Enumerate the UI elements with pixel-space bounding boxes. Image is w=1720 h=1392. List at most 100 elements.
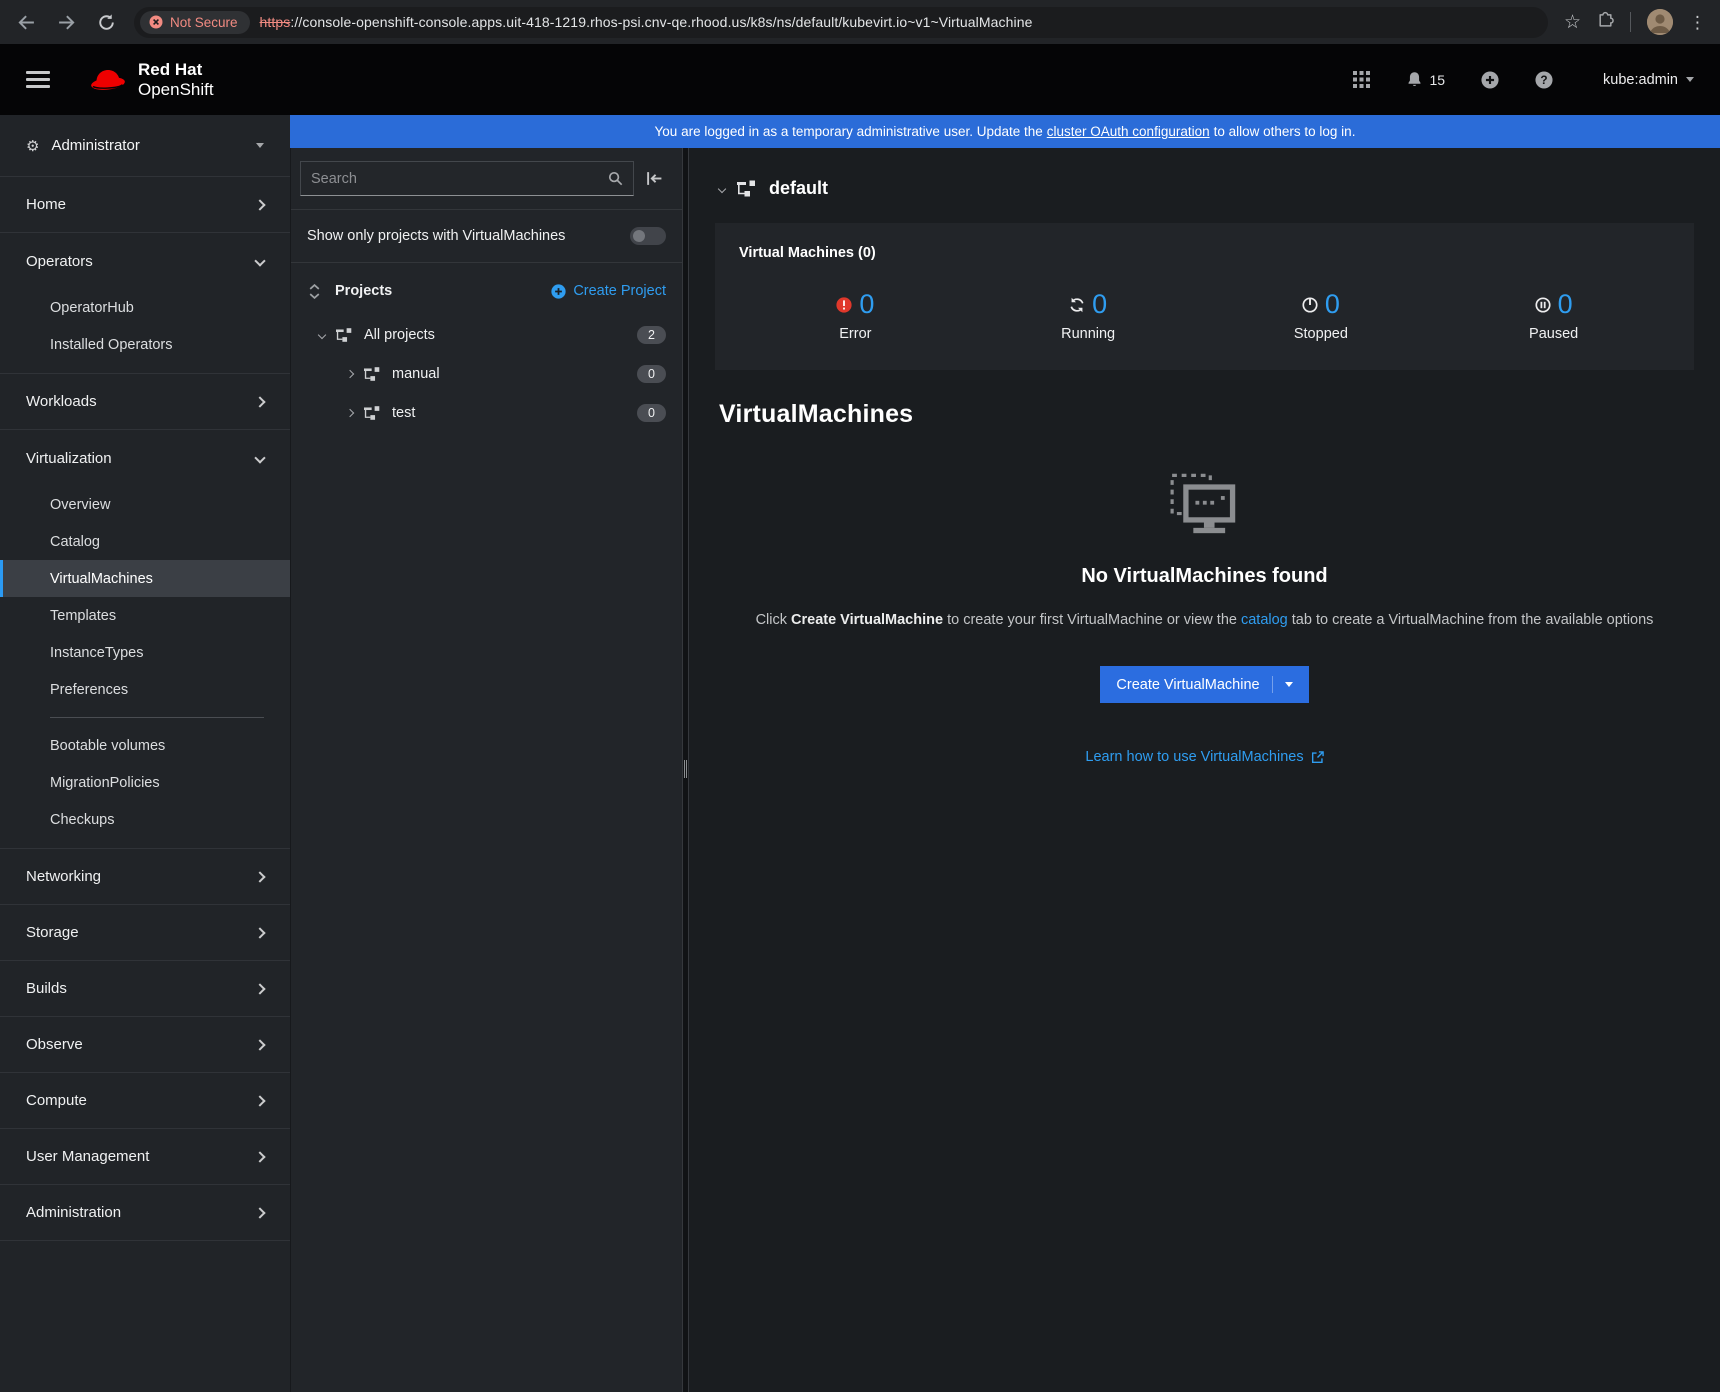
learn-virtualmachines-link[interactable]: Learn how to use VirtualMachines — [1085, 749, 1303, 765]
brand-name-top: Red Hat — [138, 60, 214, 79]
sidebar-item-virtualmachines[interactable]: VirtualMachines — [0, 560, 290, 597]
paused-count[interactable]: 0 — [1558, 291, 1573, 318]
vm-status-card: Virtual Machines (0) 0 Error — [715, 223, 1694, 370]
sidebar-item-workloads[interactable]: Workloads — [0, 374, 290, 430]
browser-forward-button[interactable] — [54, 10, 78, 34]
bell-icon — [1406, 71, 1423, 88]
address-bar[interactable]: Not Secure https://console-openshift-con… — [134, 7, 1548, 38]
chevron-right-icon — [254, 871, 265, 882]
error-count[interactable]: 0 — [859, 291, 874, 318]
sidebar-item-instancetypes[interactable]: InstanceTypes — [0, 634, 290, 671]
sidebar-item-migrationpolicies[interactable]: MigrationPolicies — [0, 764, 290, 801]
sidebar-item-templates[interactable]: Templates — [0, 597, 290, 634]
project-heading[interactable]: default — [689, 148, 1720, 199]
help-icon[interactable]: ? — [1535, 71, 1553, 89]
sidebar-item-preferences[interactable]: Preferences — [0, 671, 290, 708]
sidebar-item-observe[interactable]: Observe — [0, 1017, 290, 1073]
notifications-bell[interactable]: 15 — [1406, 71, 1445, 88]
create-project-button[interactable]: Create Project — [551, 283, 666, 299]
chevron-down-icon[interactable] — [318, 330, 326, 338]
browser-profile-avatar[interactable] — [1647, 9, 1673, 35]
screen: Not Secure https://console-openshift-con… — [0, 0, 1720, 1392]
empty-state-title: No VirtualMachines found — [1081, 565, 1327, 588]
chevron-down-icon — [256, 143, 264, 148]
sidebar-item-operatorhub[interactable]: OperatorHub — [0, 289, 290, 326]
empty-state: No VirtualMachines found Click Create Vi… — [689, 473, 1720, 765]
extensions-puzzle-icon[interactable] — [1597, 11, 1614, 33]
oauth-config-link[interactable]: cluster OAuth configuration — [1047, 124, 1210, 139]
sidebar-item-administration[interactable]: Administration — [0, 1185, 290, 1241]
main-content: default Virtual Machines (0) 0 Error — [689, 148, 1720, 1392]
sidebar-item-label: Workloads — [26, 393, 97, 410]
chevron-down-icon — [1686, 77, 1694, 82]
sidebar-item-operators[interactable]: Operators — [0, 233, 290, 289]
sidebar-item-virtualization[interactable]: Virtualization — [0, 430, 290, 486]
chevron-right-icon — [254, 927, 265, 938]
projects-panel-top — [291, 148, 682, 210]
url-text: https://console-openshift-console.apps.u… — [260, 14, 1033, 30]
project-name: test — [392, 405, 415, 421]
stopped-power-icon — [1302, 297, 1318, 313]
bookmark-star-icon[interactable]: ☆ — [1564, 13, 1581, 32]
sort-selector-icon[interactable] — [309, 284, 320, 299]
vm-filter-row: Show only projects with VirtualMachines — [291, 210, 682, 263]
sidebar-item-storage[interactable]: Storage — [0, 905, 290, 961]
reload-icon — [98, 14, 115, 31]
sidebar-item-home[interactable]: Home — [0, 177, 290, 233]
browser-menu-kebab-icon[interactable]: ⋮ — [1689, 14, 1706, 31]
chevron-down-icon — [254, 255, 265, 266]
stat-label-running: Running — [1061, 326, 1115, 342]
sidebar-item-user-management[interactable]: User Management — [0, 1129, 290, 1185]
catalog-link[interactable]: catalog — [1241, 612, 1288, 628]
browser-actions: ☆ ⋮ — [1564, 9, 1706, 35]
sidebar-item-checkups[interactable]: Checkups — [0, 801, 290, 838]
create-vm-bold-text: Create VirtualMachine — [791, 612, 943, 628]
sidebar-item-networking[interactable]: Networking — [0, 849, 290, 905]
tree-row-manual[interactable]: manual 0 — [291, 354, 682, 393]
back-arrow-icon — [17, 13, 36, 32]
collapse-panel-button[interactable] — [634, 171, 674, 186]
search-icon — [608, 171, 623, 186]
nav-toggle-hamburger-icon[interactable] — [26, 71, 50, 88]
notification-count: 15 — [1429, 72, 1445, 88]
masthead: Red Hat OpenShift 15 ? kube:admin — [0, 44, 1720, 115]
browser-toolbar: Not Secure https://console-openshift-con… — [0, 0, 1720, 44]
stopped-count[interactable]: 0 — [1325, 291, 1340, 318]
sidebar-item-installed-operators[interactable]: Installed Operators — [0, 326, 290, 363]
stat-error[interactable]: 0 Error — [739, 291, 972, 342]
tree-row-test[interactable]: test 0 — [291, 393, 682, 432]
search-input[interactable] — [311, 171, 600, 187]
app-body: ⚙ Administrator Home Operators OperatorH… — [0, 115, 1720, 1392]
page-title: VirtualMachines — [689, 370, 1720, 429]
perspective-switcher[interactable]: ⚙ Administrator — [0, 115, 290, 177]
security-label: Not Secure — [170, 15, 238, 30]
brand-logo[interactable]: Red Hat OpenShift — [88, 60, 214, 98]
sidebar-item-bootable-volumes[interactable]: Bootable volumes — [0, 727, 290, 764]
project-name: manual — [392, 366, 440, 382]
tree-row-all-projects[interactable]: All projects 2 — [291, 315, 682, 354]
site-security-chip[interactable]: Not Secure — [140, 11, 250, 34]
quick-create-plus-icon[interactable] — [1481, 71, 1499, 89]
sidebar-item-compute[interactable]: Compute — [0, 1073, 290, 1129]
running-count[interactable]: 0 — [1092, 291, 1107, 318]
browser-back-button[interactable] — [14, 10, 38, 34]
stat-paused[interactable]: 0 Paused — [1437, 291, 1670, 342]
project-icon — [364, 406, 381, 420]
project-search[interactable] — [300, 161, 634, 196]
browser-reload-button[interactable] — [94, 10, 118, 34]
stat-running[interactable]: 0 Running — [972, 291, 1205, 342]
filter-label: Show only projects with VirtualMachines — [307, 228, 565, 244]
chevron-down-icon[interactable] — [718, 184, 726, 192]
user-menu[interactable]: kube:admin — [1603, 72, 1694, 88]
stat-stopped[interactable]: 0 Stopped — [1205, 291, 1438, 342]
chevron-right-icon[interactable] — [346, 408, 354, 416]
vm-filter-toggle[interactable] — [630, 227, 666, 245]
sidebar-item-builds[interactable]: Builds — [0, 961, 290, 1017]
chevron-right-icon[interactable] — [346, 369, 354, 377]
banner-text-post: to allow others to log in. — [1214, 124, 1356, 139]
sidebar-item-virt-overview[interactable]: Overview — [0, 486, 290, 523]
sidebar-item-virt-catalog[interactable]: Catalog — [0, 523, 290, 560]
app-launcher-grid-icon[interactable] — [1353, 71, 1370, 88]
create-virtualmachine-button[interactable]: Create VirtualMachine — [1100, 666, 1308, 703]
panel-resizer-handle[interactable] — [682, 148, 689, 1392]
